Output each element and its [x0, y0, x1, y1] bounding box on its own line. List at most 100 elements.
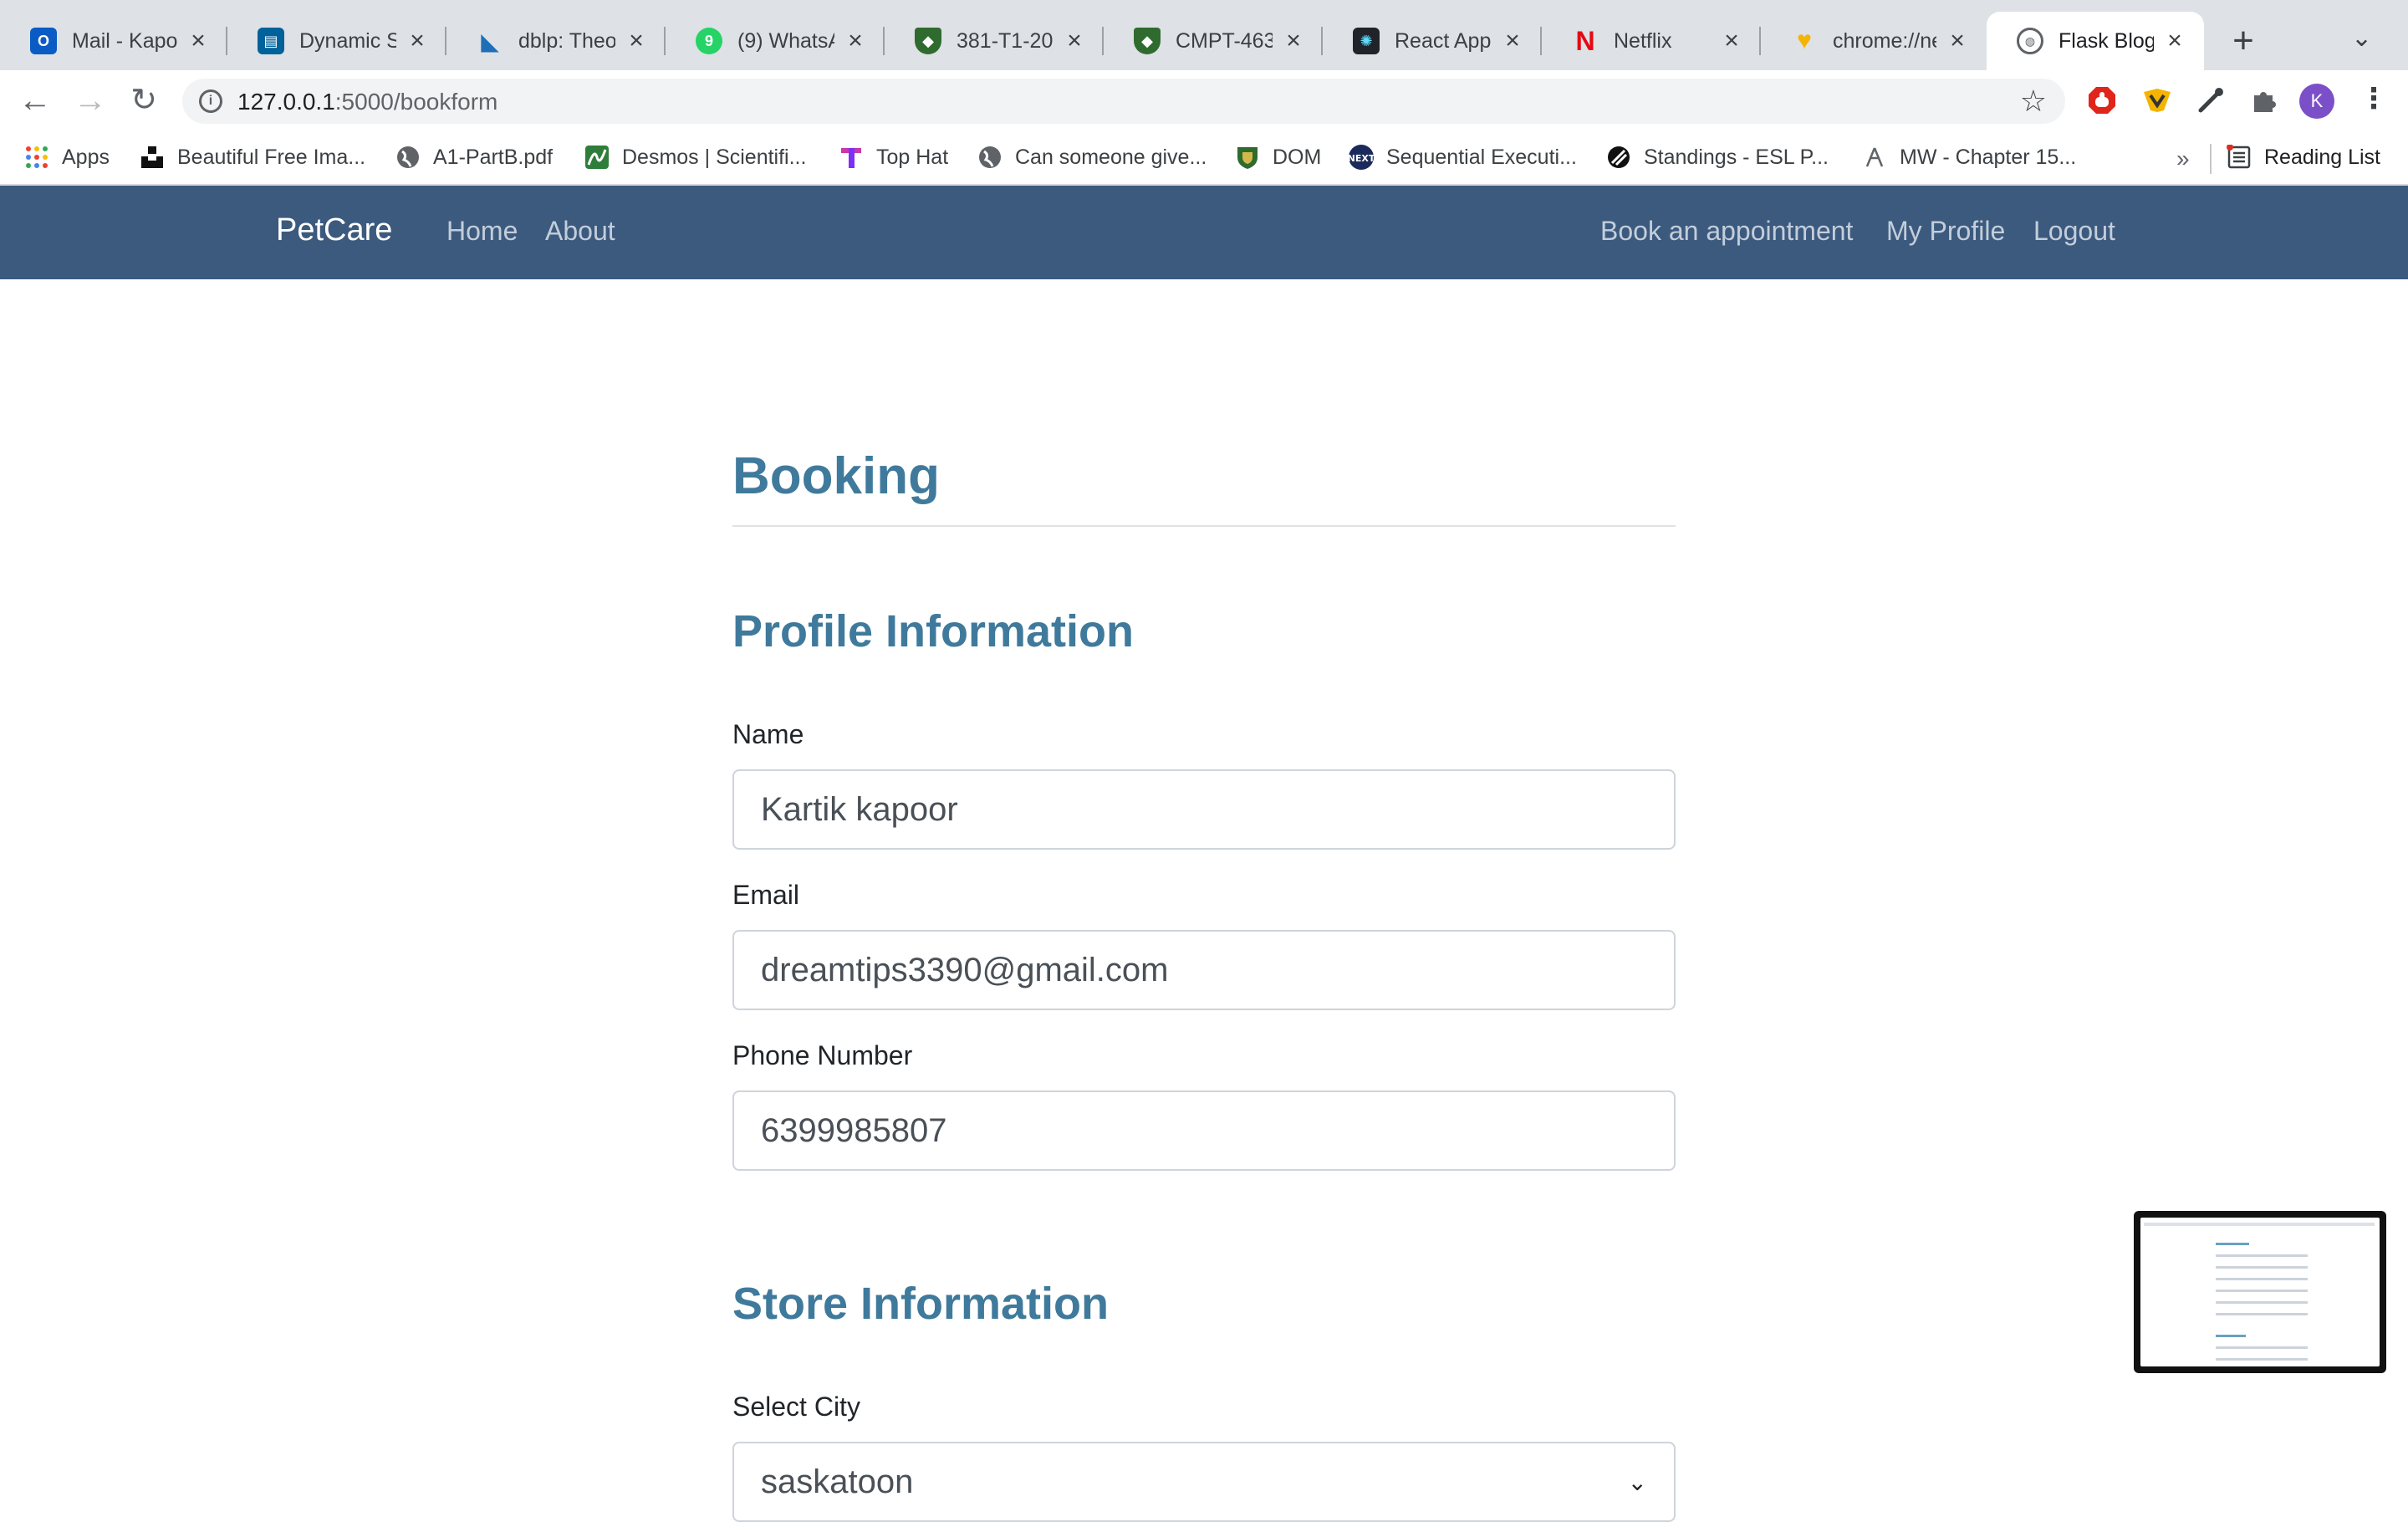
tab-react-app[interactable]: ✺ React App × — [1323, 12, 1542, 70]
tab-title: chrome://newtab — [1833, 28, 1936, 53]
url-text[interactable]: 127.0.0.1:5000/bookform — [237, 89, 497, 115]
tab-dblp[interactable]: ◣ dblp: Theory × — [446, 12, 666, 70]
nav-home-link[interactable]: Home — [446, 216, 518, 247]
close-icon[interactable]: × — [1281, 27, 1306, 55]
adblock-extension-icon[interactable] — [2085, 84, 2119, 117]
tab-title: Mail - Kapoor — [72, 28, 177, 53]
tab-whatsapp[interactable]: 9 (9) WhatsApp × — [666, 12, 885, 70]
nav-logout-link[interactable]: Logout — [2033, 216, 2115, 247]
name-input[interactable] — [732, 769, 1676, 850]
info-icon[interactable]: i — [199, 89, 222, 113]
back-arrow-icon[interactable]: ← — [15, 80, 55, 120]
close-icon[interactable]: × — [843, 27, 868, 55]
email-label: Email — [732, 880, 800, 910]
browser-menu-icon[interactable]: ⋮ — [2360, 82, 2388, 115]
url-host: 127.0.0.1 — [237, 89, 335, 115]
nav-book-appointment-link[interactable]: Book an appointment — [1600, 216, 1853, 247]
chevron-down-icon: ⌄ — [1627, 1468, 1647, 1495]
bookmark-label: DOM — [1273, 145, 1322, 169]
bookmark-label: Desmos | Scientifi... — [622, 145, 807, 169]
honey-extension-icon[interactable] — [2140, 84, 2174, 117]
mw-icon — [1861, 144, 1888, 171]
tab-flask-blog[interactable]: ◍ Flask Blog × — [1987, 12, 2204, 70]
nav-my-profile-link[interactable]: My Profile — [1886, 216, 2005, 247]
tophat-icon — [838, 144, 865, 171]
bookmark-sequential[interactable]: NEXT Sequential Executi... — [1348, 142, 1577, 172]
bookmark-top-hat[interactable]: Top Hat — [838, 142, 948, 172]
forward-arrow-icon[interactable]: → — [70, 80, 110, 120]
globe-icon — [977, 144, 1003, 171]
reload-icon[interactable]: ↻ — [124, 80, 164, 120]
outlook-icon: O — [30, 28, 57, 54]
desmos-icon — [584, 144, 610, 171]
site-navbar: PetCare Home About Book an appointment M… — [0, 186, 2408, 279]
phone-input[interactable] — [732, 1090, 1676, 1171]
bookmark-a1-partb[interactable]: A1-PartB.pdf — [395, 142, 553, 172]
bookmark-unsplash[interactable]: Beautiful Free Ima... — [139, 142, 365, 172]
screenshot-preview-thumbnail[interactable] — [2134, 1211, 2386, 1373]
bookmark-can-someone[interactable]: Can someone give... — [977, 142, 1207, 172]
shield-icon — [1234, 144, 1261, 171]
bookmark-label: Reading List — [2264, 145, 2380, 169]
brand-logo-link[interactable]: PetCare — [276, 212, 392, 248]
tab-cmpt463[interactable]: ◆ CMPT-463- × — [1104, 12, 1323, 70]
tab-netflix[interactable]: N Netflix × — [1542, 12, 1761, 70]
tab-newtab[interactable]: ♥ chrome://newtab × — [1761, 12, 1987, 70]
tab-381[interactable]: ◆ 381-T1-2021 × — [885, 12, 1104, 70]
svg-text:NEXT: NEXT — [1348, 153, 1375, 164]
unsplash-icon — [139, 144, 166, 171]
bookmarks-overflow-button[interactable]: » — [2176, 146, 2190, 172]
tab-mail[interactable]: O Mail - Kapoor × — [0, 12, 227, 70]
globe-icon — [395, 144, 421, 171]
nav-about-link[interactable]: About — [545, 216, 615, 247]
tab-title: Netflix — [1614, 28, 1672, 53]
profile-section-heading: Profile Information — [732, 606, 1135, 656]
close-icon[interactable]: × — [1500, 27, 1525, 55]
close-icon[interactable]: × — [1945, 27, 1970, 55]
bookmark-label: Can someone give... — [1015, 145, 1207, 169]
city-select[interactable]: saskatoon ⌄ — [732, 1442, 1676, 1522]
close-icon[interactable]: × — [1719, 27, 1744, 55]
city-label: Select City — [732, 1392, 860, 1422]
bookmark-standings[interactable]: Standings - ESL P... — [1605, 142, 1829, 172]
address-bar[interactable]: i 127.0.0.1:5000/bookform ☆ — [182, 79, 2065, 124]
eyedropper-extension-icon[interactable] — [2194, 84, 2227, 117]
bookmark-desmos[interactable]: Desmos | Scientifi... — [584, 142, 806, 172]
whatsapp-icon: 9 — [696, 28, 722, 54]
netflix-icon: N — [1575, 25, 1595, 56]
bookmark-dom[interactable]: DOM — [1234, 142, 1321, 172]
puzzle-extensions-icon[interactable] — [2247, 84, 2281, 117]
close-icon[interactable]: × — [186, 27, 211, 55]
city-select-value: saskatoon — [761, 1463, 914, 1500]
bookmark-star-icon[interactable]: ☆ — [2020, 84, 2047, 119]
close-icon[interactable]: × — [624, 27, 649, 55]
reading-list-button[interactable]: Reading List — [2226, 142, 2380, 172]
profile-avatar[interactable]: K — [2299, 84, 2334, 119]
url-path: :5000/bookform — [334, 89, 498, 115]
bookmark-label: Beautiful Free Ima... — [177, 145, 366, 169]
bookmark-label: A1-PartB.pdf — [433, 145, 554, 169]
store-section-heading: Store Information — [732, 1279, 1110, 1329]
shield-icon: ◆ — [915, 28, 941, 54]
tab-title: Flask Blog — [2059, 28, 2154, 53]
close-icon[interactable]: × — [405, 27, 430, 55]
browser-tab-strip: O Mail - Kapoor × ▤ Dynamic Se × ◣ dblp:… — [0, 0, 2408, 70]
bookmarks-divider — [2210, 144, 2212, 174]
tab-title: 381-T1-2021 — [957, 28, 1054, 53]
tab-title: (9) WhatsApp — [737, 28, 834, 53]
next-icon: NEXT — [1348, 144, 1375, 171]
close-icon[interactable]: × — [2162, 27, 2187, 55]
bookmark-mw-chapter[interactable]: MW - Chapter 15... — [1861, 142, 2076, 172]
apps-grid-icon — [23, 144, 50, 171]
tab-ieee[interactable]: ▤ Dynamic Se × — [227, 12, 446, 70]
bookmarks-bar: Apps Beautiful Free Ima... A1-PartB.pdf … — [0, 130, 2408, 186]
tab-search-chevron-icon[interactable]: ⌄ — [2351, 23, 2372, 53]
bookmark-apps[interactable]: Apps — [23, 142, 110, 172]
phone-label: Phone Number — [732, 1040, 913, 1070]
preview-image — [2140, 1218, 2380, 1366]
new-tab-button[interactable]: + — [2222, 20, 2264, 62]
globe-icon: ◍ — [2017, 28, 2043, 54]
name-label: Name — [732, 719, 804, 749]
email-input[interactable] — [732, 930, 1676, 1010]
close-icon[interactable]: × — [1062, 27, 1087, 55]
